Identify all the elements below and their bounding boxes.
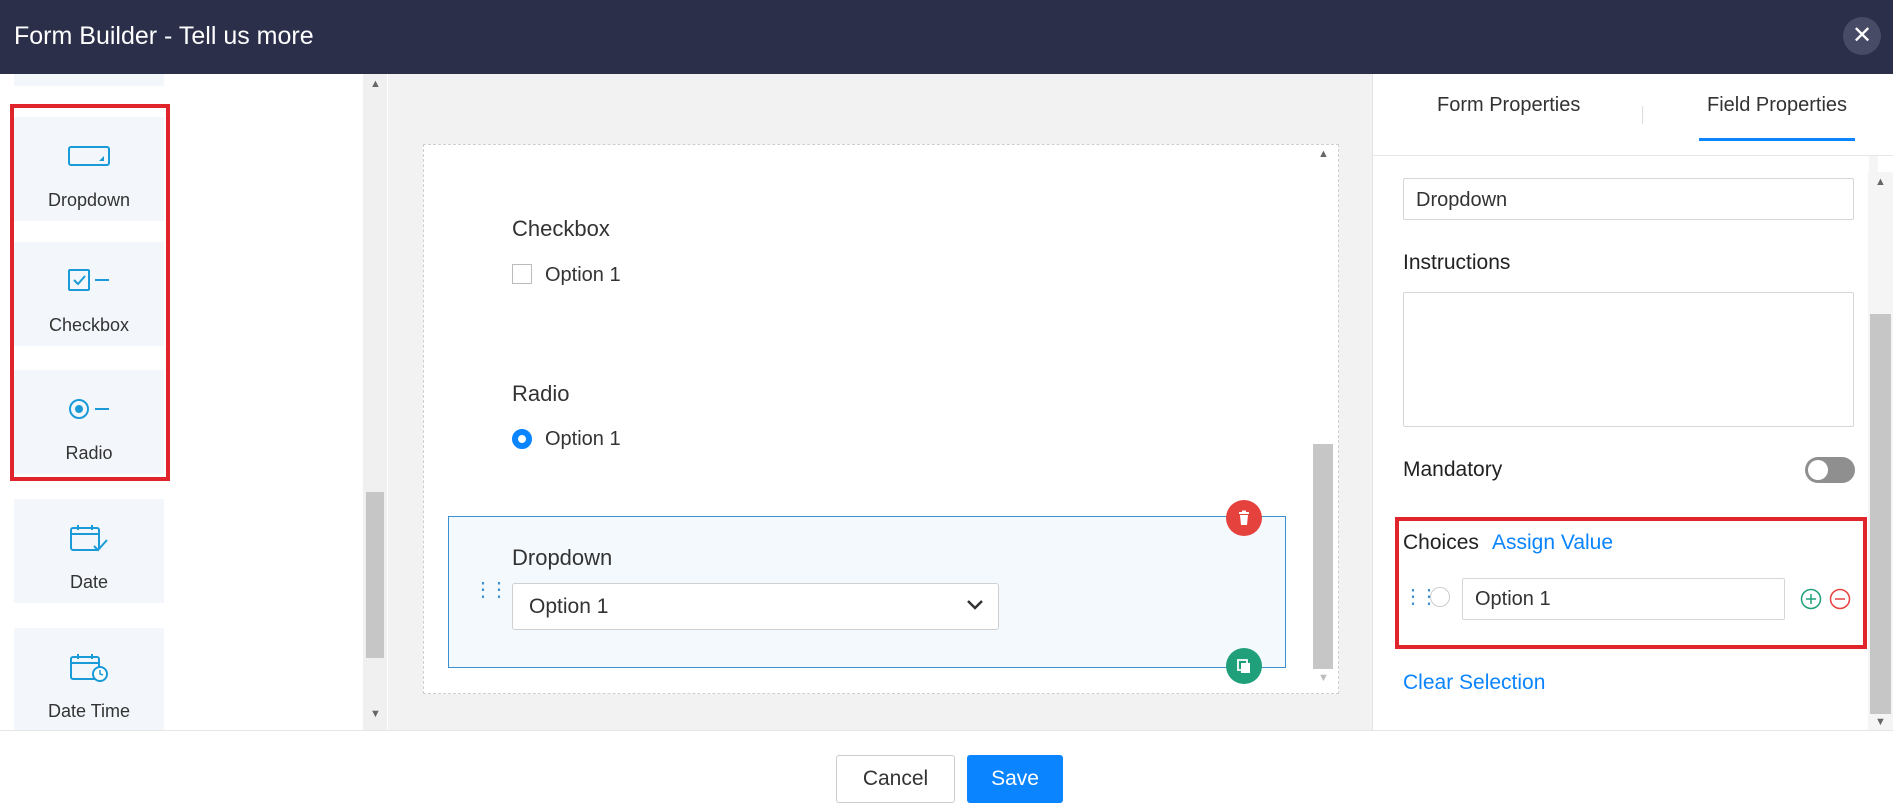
- properties-scrollbar[interactable]: ▲ ▼: [1868, 172, 1893, 730]
- scrollbar-thumb[interactable]: [1870, 314, 1891, 714]
- scrollbar-thumb[interactable]: [366, 492, 384, 658]
- mandatory-label: Mandatory: [1403, 458, 1503, 481]
- highlight-annotation: [10, 104, 170, 481]
- tab-form-properties[interactable]: Form Properties: [1437, 94, 1580, 117]
- radio-field-label: Radio: [512, 381, 570, 406]
- checkbox-option-label: Option 1: [545, 264, 621, 286]
- palette-item-label: Date Time: [47, 701, 131, 721]
- close-icon[interactable]: ✕: [1843, 17, 1881, 55]
- palette-scrollbar[interactable]: ▲ ▼: [363, 74, 387, 730]
- dialog-title: Form Builder - Tell us more: [14, 22, 314, 50]
- scroll-down-arrow[interactable]: ▼: [1318, 672, 1329, 684]
- dropdown-field-label: Dropdown: [512, 545, 613, 570]
- palette-item-partial: [14, 74, 164, 86]
- radio-option[interactable]: [512, 429, 532, 449]
- field-label-input[interactable]: Dropdown: [1403, 178, 1854, 220]
- delete-field-icon[interactable]: [1226, 500, 1262, 536]
- tab-field-properties[interactable]: Field Properties: [1707, 94, 1847, 117]
- scroll-up-arrow[interactable]: ▲: [1875, 176, 1886, 188]
- scrollbar-thumb[interactable]: [1313, 444, 1333, 669]
- drag-handle-icon[interactable]: ⋮⋮: [473, 577, 509, 602]
- scroll-up-arrow[interactable]: ▲: [370, 78, 381, 90]
- instructions-textarea[interactable]: [1403, 292, 1854, 427]
- chevron-down-icon: [966, 598, 984, 617]
- save-button[interactable]: Save: [967, 755, 1063, 803]
- active-tab-indicator: [1699, 138, 1855, 141]
- palette-item-date-time[interactable]: Date Time: [14, 628, 164, 730]
- duplicate-field-icon[interactable]: [1226, 648, 1262, 684]
- cancel-button[interactable]: Cancel: [836, 755, 955, 803]
- checkbox-field-label: Checkbox: [512, 216, 610, 241]
- canvas-scrollbar[interactable]: ▲ ▼: [1310, 144, 1336, 692]
- toggle-knob: [1808, 460, 1828, 480]
- field-label-value: Dropdown: [1416, 189, 1508, 211]
- highlight-annotation: [1395, 517, 1867, 649]
- scroll-down-arrow[interactable]: ▼: [1875, 716, 1886, 728]
- radio-option-label: Option 1: [545, 428, 621, 450]
- palette-item-label: Date: [69, 572, 109, 592]
- checkbox-option[interactable]: [512, 264, 532, 284]
- dropdown-value: Option 1: [529, 595, 609, 618]
- scroll-up-arrow[interactable]: ▲: [1318, 148, 1329, 160]
- properties-tabs: Form Properties Field Properties: [1373, 74, 1893, 156]
- scroll-down-arrow[interactable]: ▼: [370, 708, 381, 720]
- instructions-label: Instructions: [1403, 251, 1511, 274]
- date-icon: [14, 523, 164, 557]
- dialog-footer: Cancel Save: [0, 730, 1893, 810]
- tab-divider: [1642, 106, 1643, 124]
- mandatory-toggle[interactable]: [1805, 457, 1855, 483]
- date-time-icon: [14, 652, 164, 686]
- dialog-header: Form Builder - Tell us more ✕: [0, 0, 1893, 74]
- palette-item-date[interactable]: Date: [14, 499, 164, 603]
- clear-selection-link[interactable]: Clear Selection: [1403, 671, 1545, 695]
- dropdown-select[interactable]: Option 1: [512, 583, 999, 630]
